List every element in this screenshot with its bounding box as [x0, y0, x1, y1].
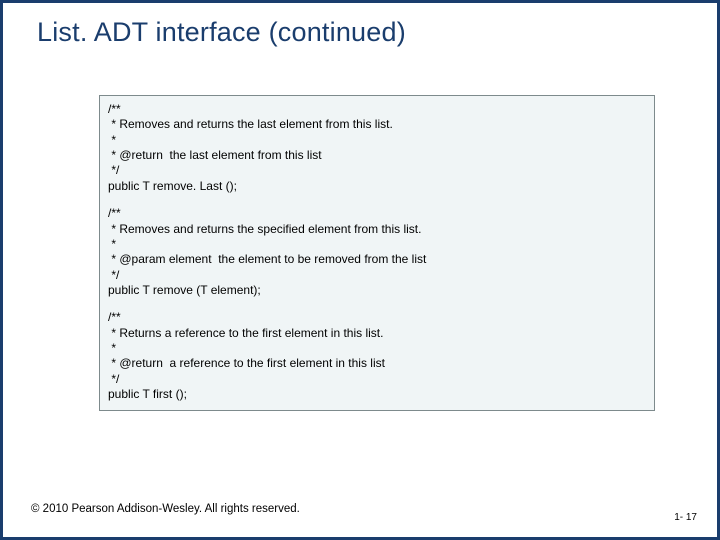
code-line: public T remove (T element); — [108, 283, 646, 298]
code-line: * @return the last element from this lis… — [108, 148, 646, 163]
copyright: © 2010 Pearson Addison-Wesley. All right… — [31, 503, 300, 515]
code-block-remove: /** * Removes and returns the specified … — [108, 206, 646, 298]
code-line: */ — [108, 268, 646, 283]
code-line: /** — [108, 310, 646, 325]
code-line: * Removes and returns the last element f… — [108, 117, 646, 132]
code-line: */ — [108, 372, 646, 387]
code-line: public T first (); — [108, 387, 646, 402]
code-line: * — [108, 237, 646, 252]
code-line: * — [108, 341, 646, 356]
code-line: * @return a reference to the first eleme… — [108, 356, 646, 371]
code-line: /** — [108, 206, 646, 221]
code-line: /** — [108, 102, 646, 117]
code-block-first: /** * Returns a reference to the first e… — [108, 310, 646, 402]
page-number: 1- 17 — [674, 512, 697, 523]
page-title: List. ADT interface (continued) — [3, 3, 717, 48]
code-line: public T remove. Last (); — [108, 179, 646, 194]
slide: List. ADT interface (continued) /** * Re… — [0, 0, 720, 540]
code-box: /** * Removes and returns the last eleme… — [99, 95, 655, 411]
code-block-remove-last: /** * Removes and returns the last eleme… — [108, 102, 646, 194]
code-line: */ — [108, 163, 646, 178]
code-line: * Removes and returns the specified elem… — [108, 222, 646, 237]
code-line: * — [108, 133, 646, 148]
code-line: * Returns a reference to the first eleme… — [108, 326, 646, 341]
code-line: * @param element the element to be remov… — [108, 252, 646, 267]
